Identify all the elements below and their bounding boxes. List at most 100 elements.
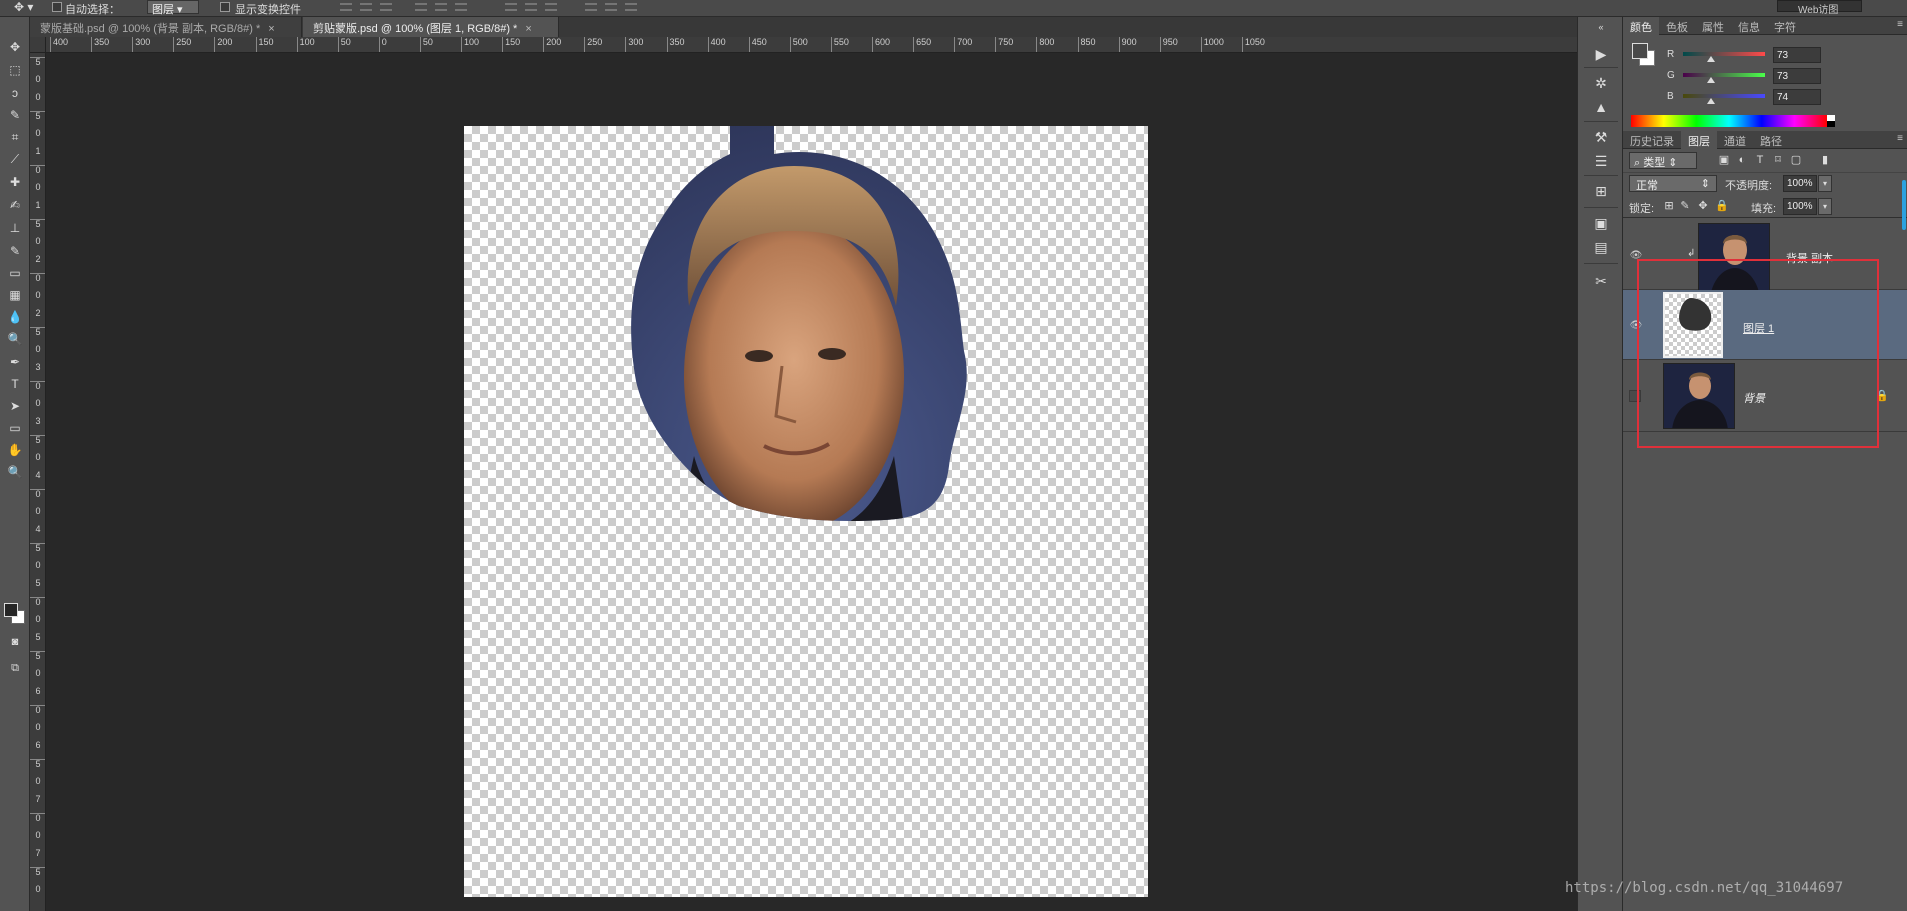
color-panel-foreground-swatch[interactable] xyxy=(1632,43,1648,59)
fill-arrow-icon[interactable]: ▾ xyxy=(1818,198,1832,215)
visibility-eye-icon[interactable]: 👁 xyxy=(1629,250,1643,262)
distribute-right-icon[interactable] xyxy=(625,3,637,11)
channel-slider[interactable] xyxy=(1683,94,1765,98)
layer-row-background-copy[interactable]: 👁 ↲ 背景 副本 xyxy=(1623,220,1907,303)
distribute-hcenter-icon[interactable] xyxy=(605,3,617,11)
path-select-icon[interactable]: ➤ xyxy=(4,396,26,416)
slider-knob-icon[interactable] xyxy=(1707,56,1715,62)
layer-kind-filter-dropdown[interactable]: ⌕ 类型 ⇕ xyxy=(1629,152,1697,169)
tool-presets-icon[interactable]: ⚒ xyxy=(1590,127,1612,147)
brush-presets-icon[interactable]: ⊞ xyxy=(1590,181,1612,201)
hand-tool-icon[interactable]: ✋ xyxy=(4,440,26,460)
adjustments-icon[interactable]: ☰ xyxy=(1590,151,1612,171)
align-bottom-icon[interactable] xyxy=(380,3,392,11)
crop-tool-icon[interactable]: ⌗ xyxy=(4,127,26,147)
screen-mode-icon[interactable]: ⧉ xyxy=(4,658,26,678)
quick-mask-icon[interactable]: ◙ xyxy=(4,632,26,652)
horizontal-ruler[interactable]: 400 350 300 250 200 150 100 50 0 50 100 150 200 250 30… xyxy=(46,37,1577,53)
color-panel-tab-0[interactable]: 颜色 xyxy=(1623,17,1659,35)
type-tool-icon[interactable]: T xyxy=(4,374,26,394)
panel-menu-icon[interactable]: ≡ xyxy=(1897,133,1903,144)
opacity-input[interactable]: 100% xyxy=(1783,175,1817,192)
document-canvas[interactable] xyxy=(464,126,1148,897)
layer-comps-icon[interactable]: ▣ xyxy=(1590,213,1612,233)
zoom-tool-icon[interactable]: 🔍 xyxy=(4,462,26,482)
move-tool-icon[interactable]: ✥ xyxy=(4,37,26,57)
actions-play-icon[interactable]: ▶ xyxy=(1590,44,1612,64)
channel-slider[interactable] xyxy=(1683,52,1765,56)
layer-name[interactable]: 背景 副本 xyxy=(1786,250,1833,266)
layer-row-background[interactable]: 背景 🔒 xyxy=(1623,360,1907,432)
filter-shape-icon[interactable]: ⌑ xyxy=(1771,154,1785,166)
align-vcenter-icon[interactable] xyxy=(360,3,372,11)
align-right-icon[interactable] xyxy=(455,3,467,11)
color-panel-tab-4[interactable]: 字符 xyxy=(1767,17,1803,35)
collapse-dock-icon[interactable]: « xyxy=(1590,17,1612,37)
quick-select-tool-icon[interactable]: ✎ xyxy=(4,105,26,125)
slider-knob-icon[interactable] xyxy=(1707,77,1715,83)
lasso-tool-icon[interactable]: ↄ xyxy=(4,83,26,103)
gradient-tool-icon[interactable]: ▦ xyxy=(4,285,26,305)
histogram-icon[interactable]: ▲ xyxy=(1590,97,1612,117)
panel-scrollbar-thumb[interactable] xyxy=(1902,180,1906,230)
distribute-bottom-icon[interactable] xyxy=(545,3,557,11)
color-panel-tab-2[interactable]: 属性 xyxy=(1695,17,1731,35)
auto-select-target-dropdown[interactable]: 图层 ▾ xyxy=(147,0,199,16)
pen-tool-icon[interactable]: ✒ xyxy=(4,352,26,372)
auto-select-checkbox[interactable] xyxy=(52,2,62,12)
navigator-icon[interactable]: ✲ xyxy=(1590,73,1612,93)
show-transform-checkbox[interactable] xyxy=(220,2,230,12)
visibility-toggle-empty[interactable] xyxy=(1629,390,1641,402)
layers-panel-tab-3[interactable]: 路径 xyxy=(1753,131,1789,149)
color-panel-tab-3[interactable]: 信息 xyxy=(1731,17,1767,35)
move-tool-preset-icon[interactable]: ✥ ▾ xyxy=(14,0,46,14)
eraser-tool-icon[interactable]: ▭ xyxy=(4,263,26,283)
vertical-ruler[interactable]: 5005010015020025030035040045050055060065… xyxy=(30,53,46,911)
lock-all-icon[interactable]: 🔒 xyxy=(1715,200,1729,212)
color-panel-tab-1[interactable]: 色板 xyxy=(1659,17,1695,35)
lock-position-icon[interactable]: ✥ xyxy=(1697,200,1709,212)
align-top-icon[interactable] xyxy=(340,3,352,11)
distribute-vcenter-icon[interactable] xyxy=(525,3,537,11)
distribute-top-icon[interactable] xyxy=(505,3,517,11)
opacity-arrow-icon[interactable]: ▾ xyxy=(1818,175,1832,192)
align-left-icon[interactable] xyxy=(415,3,427,11)
distribute-left-icon[interactable] xyxy=(585,3,597,11)
eyedropper-tool-icon[interactable]: ⟋ xyxy=(4,149,26,169)
lock-pixels-icon[interactable]: ✎ xyxy=(1679,200,1691,212)
layer-name[interactable]: 图层 1 xyxy=(1743,320,1774,336)
filter-smart-object-icon[interactable]: ▢ xyxy=(1789,154,1803,166)
filter-toggle-icon[interactable]: ▮ xyxy=(1818,154,1832,166)
filter-type-icon[interactable]: T xyxy=(1753,154,1767,166)
dodge-tool-icon[interactable]: 🔍 xyxy=(4,329,26,349)
close-icon[interactable]: × xyxy=(268,23,274,35)
blend-mode-dropdown[interactable]: 正常 ⇕ xyxy=(1629,175,1717,192)
color-spectrum-bar[interactable] xyxy=(1631,115,1827,127)
tab-clipping-mask[interactable]: 剪贴蒙版.psd @ 100% (图层 1, RGB/8#) * × xyxy=(303,17,559,37)
layer-name[interactable]: 背景 xyxy=(1743,390,1765,406)
align-hcenter-icon[interactable] xyxy=(435,3,447,11)
brush-tool-icon[interactable]: ✍ xyxy=(4,195,26,215)
layers-panel-tab-1[interactable]: 图层 xyxy=(1681,131,1717,149)
workspace-switcher[interactable]: Web访图 xyxy=(1777,0,1862,16)
layers-panel-tab-2[interactable]: 通道 xyxy=(1717,131,1753,149)
canvas-workspace[interactable] xyxy=(46,53,1577,911)
close-icon[interactable]: × xyxy=(525,23,531,35)
ruler-corner[interactable] xyxy=(30,37,46,53)
filter-pixel-icon[interactable]: ▣ xyxy=(1717,154,1731,166)
visibility-eye-icon[interactable]: 👁 xyxy=(1629,320,1643,332)
shape-tool-icon[interactable]: ▭ xyxy=(4,418,26,438)
tools-settings-icon[interactable]: ✂ xyxy=(1590,271,1612,291)
layers-panel-tab-0[interactable]: 历史记录 xyxy=(1623,131,1681,149)
healing-brush-icon[interactable]: ✚ xyxy=(4,172,26,192)
foreground-color-swatch[interactable] xyxy=(4,603,18,617)
panel-menu-icon[interactable]: ≡ xyxy=(1897,19,1903,30)
blur-tool-icon[interactable]: 💧 xyxy=(4,307,26,327)
fill-input[interactable]: 100% xyxy=(1783,198,1817,215)
channel-value-input[interactable]: 74 xyxy=(1773,89,1821,105)
channel-value-input[interactable]: 73 xyxy=(1773,68,1821,84)
marquee-tool-icon[interactable]: ⬚ xyxy=(4,60,26,80)
channel-slider[interactable] xyxy=(1683,73,1765,77)
channel-value-input[interactable]: 73 xyxy=(1773,47,1821,63)
history-brush-icon[interactable]: ✎ xyxy=(4,241,26,261)
